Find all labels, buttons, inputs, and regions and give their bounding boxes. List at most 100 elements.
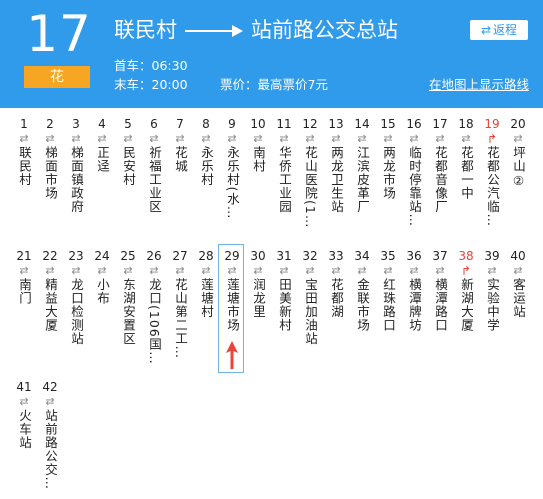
stop-item[interactable]: 30 ⇄ 润龙里	[246, 248, 270, 323]
stop-item[interactable]: 22 ⇄ 精益大厦	[38, 248, 62, 336]
stop-number: 31	[276, 249, 292, 263]
stop-name: 江滨皮革厂	[355, 146, 370, 214]
stop-item[interactable]: 20 ⇄ 坪山②	[506, 116, 530, 193]
two-way-icon: ⇄	[383, 264, 393, 277]
stop-name: 精益大厦	[43, 278, 58, 332]
stop-number: 38	[458, 249, 474, 263]
stop-item[interactable]: 18 ⇄ 花都一中	[454, 116, 478, 204]
stop-number: 37	[432, 249, 448, 263]
stop-item[interactable]: 26 ⇄ 龙口(106国…	[142, 248, 166, 369]
two-way-icon: ⇄	[435, 264, 445, 277]
first-bus-time: 首车：06:30	[114, 58, 188, 73]
stop-item[interactable]: 4 ⇄ 正迳	[90, 116, 114, 177]
two-way-icon: ⇄	[201, 264, 211, 277]
stop-item[interactable]: 10 ⇄ 南村	[246, 116, 270, 177]
stop-name: 东湖安置区	[121, 278, 136, 346]
stop-item[interactable]: 32 ⇄ 宝田加油站	[298, 248, 322, 350]
stop-item[interactable]: 3 ⇄ 梯面镇政府	[64, 116, 88, 218]
stop-item[interactable]: 14 ⇄ 江滨皮革厂	[350, 116, 374, 218]
stop-item[interactable]: 42 ⇄ 站前路公交…	[38, 379, 62, 494]
stop-item[interactable]: 34 ⇄ 金联市场	[350, 248, 374, 336]
stop-item[interactable]: 2 ⇄ 梯面市场	[38, 116, 62, 204]
two-way-icon: ⇄	[45, 395, 55, 408]
stop-name: 火车站	[17, 409, 32, 450]
two-way-icon: ⇄	[123, 264, 133, 277]
stop-name: 永乐村	[199, 146, 214, 187]
stop-item[interactable]: 27 ⇄ 花山第二工…	[168, 248, 192, 363]
stop-number: 2	[46, 117, 54, 131]
turn-arrow-icon: ↱	[460, 264, 472, 278]
stop-item[interactable]: 7 ⇄ 花城	[168, 116, 192, 177]
stop-number: 36	[406, 249, 422, 263]
stop-number: 41	[16, 380, 32, 394]
stop-name: 小布	[95, 278, 110, 305]
stop-item[interactable]: 38 ↱ 新湖大厦	[454, 248, 478, 336]
two-way-icon: ⇄	[383, 132, 393, 145]
stop-name: 站前路公交…	[43, 409, 58, 490]
stop-item[interactable]: 28 ⇄ 莲塘村	[194, 248, 218, 323]
stop-name: 联民村	[17, 146, 32, 187]
two-way-icon: ⇄	[227, 132, 237, 145]
stop-item[interactable]: 16 ⇄ 临时停靠站…	[402, 116, 426, 231]
stop-name: 田美新村	[277, 278, 292, 332]
stop-item[interactable]: 19 ↱ 花都公汽临…	[480, 116, 504, 231]
stop-item[interactable]: 13 ⇄ 两龙卫生站	[324, 116, 348, 218]
two-way-icon: ⇄	[123, 132, 133, 145]
return-button[interactable]: ⇄ 返程	[470, 20, 528, 40]
stop-item[interactable]: 8 ⇄ 永乐村	[194, 116, 218, 191]
stop-item[interactable]: 35 ⇄ 红珠路口	[376, 248, 400, 336]
stop-item[interactable]: 41 ⇄ 火车站	[12, 379, 36, 454]
stop-item[interactable]: 36 ⇄ 横潭牌坊	[402, 248, 426, 336]
stop-name: 梯面市场	[43, 146, 58, 200]
route-destination: 站前路公交总站	[251, 18, 398, 42]
stop-name: 花都公汽临…	[485, 146, 500, 227]
stop-item[interactable]: 24 ⇄ 小布	[90, 248, 114, 309]
stop-number: 21	[16, 249, 32, 263]
stop-item[interactable]: 9 ⇄ 永乐村(水…	[220, 116, 244, 223]
two-way-icon: ⇄	[45, 132, 55, 145]
stop-item[interactable]: 17 ⇄ 花都音像厂	[428, 116, 452, 218]
stop-name: 两龙卫生站	[329, 146, 344, 214]
two-way-icon: ⇄	[19, 395, 29, 408]
stop-item[interactable]: 15 ⇄ 两龙市场	[376, 116, 400, 204]
stop-item[interactable]: 37 ⇄ 横潭路口	[428, 248, 452, 336]
stop-number: 7	[176, 117, 184, 131]
stop-number: 27	[172, 249, 188, 263]
stop-number: 26	[146, 249, 162, 263]
two-way-icon: ⇄	[409, 132, 419, 145]
stop-item[interactable]: 39 ⇄ 实验中学	[480, 248, 504, 336]
stop-name: 润龙里	[251, 278, 266, 319]
two-way-icon: ⇄	[513, 264, 523, 277]
stop-item[interactable]: 6 ⇄ 祈福工业区	[142, 116, 166, 218]
stop-item[interactable]: 12 ⇄ 花山医院(1…	[298, 116, 322, 232]
stop-number: 5	[124, 117, 132, 131]
two-way-icon: ⇄	[461, 132, 471, 145]
stop-list: 1 ⇄ 联民村 2 ⇄ 梯面市场 3 ⇄ 梯面镇政府 4 ⇄ 正迳 5 ⇄ 民安村 6 ⇄ 祈福工业区 7 ⇄ 花城 8 ⇄…	[0, 108, 543, 499]
stop-number: 14	[354, 117, 370, 131]
stop-item[interactable]: 21 ⇄ 南门	[12, 248, 36, 309]
stop-item[interactable]: 31 ⇄ 田美新村	[272, 248, 296, 336]
show-on-map-link[interactable]: 在地图上显示路线	[429, 75, 529, 94]
stop-name: 花山第二工…	[173, 278, 188, 359]
stop-number: 35	[380, 249, 396, 263]
two-way-icon: ⇄	[331, 264, 341, 277]
stop-number: 1	[20, 117, 28, 131]
two-way-icon: ⇄	[253, 264, 263, 277]
two-way-icon: ⇄	[305, 132, 315, 145]
stop-item[interactable]: 40 ⇄ 客运站	[506, 248, 530, 323]
two-way-icon: ⇄	[175, 264, 185, 277]
two-way-icon: ⇄	[149, 132, 159, 145]
stop-item[interactable]: 25 ⇄ 东湖安置区	[116, 248, 140, 350]
current-position-arrow-icon	[226, 341, 238, 369]
stop-name: 花城	[173, 146, 188, 173]
stop-item[interactable]: 23 ⇄ 龙口检测站	[64, 248, 88, 350]
stop-item[interactable]: 5 ⇄ 民安村	[116, 116, 140, 191]
stop-number: 12	[302, 117, 318, 131]
stop-item[interactable]: 11 ⇄ 华侨工业园	[272, 116, 296, 218]
stop-item[interactable]: 1 ⇄ 联民村	[12, 116, 36, 191]
stop-number: 22	[42, 249, 58, 263]
stop-number: 19	[484, 117, 500, 131]
bus-times: 首车：06:30 末车：20:00	[114, 56, 188, 94]
route-title: 联民村 站前路公交总站	[114, 14, 398, 46]
stop-item[interactable]: 33 ⇄ 花都湖	[324, 248, 348, 323]
